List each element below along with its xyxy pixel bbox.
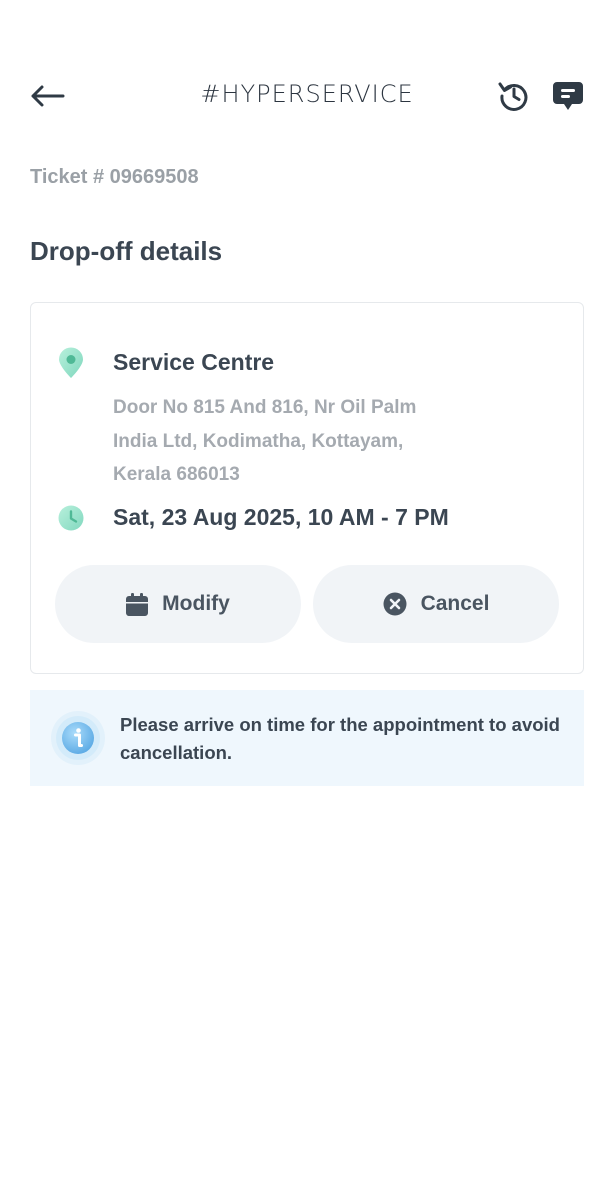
app-header: #HYPERSERVICE	[0, 62, 614, 128]
section-title: Drop-off details	[30, 236, 223, 266]
notice-text: Please arrive on time for the appointmen…	[120, 714, 560, 763]
map-pin-icon	[57, 347, 85, 379]
history-button[interactable]	[494, 76, 534, 116]
dropoff-card: Service Centre Door No 815 And 816, Nr O…	[30, 302, 584, 674]
clock-icon	[57, 504, 85, 532]
address-line: Door No 815 And 816, Nr Oil Palm	[113, 397, 417, 418]
cancel-label: Cancel	[420, 592, 490, 615]
ticket-number: Ticket # 09669508	[30, 166, 199, 188]
cancel-button[interactable]: Cancel	[313, 565, 559, 643]
dropoff-schedule: Sat, 23 Aug 2025, 10 AM - 7 PM	[113, 504, 449, 530]
close-circle-icon	[383, 592, 407, 616]
chat-button[interactable]	[548, 76, 588, 116]
calendar-icon	[126, 593, 149, 616]
modify-button[interactable]: Modify	[55, 565, 301, 643]
location-address: Door No 815 And 816, Nr Oil Palm India L…	[113, 391, 493, 492]
info-icon	[50, 710, 106, 766]
address-line: India Ltd, Kodimatha, Kottayam,	[113, 430, 404, 452]
notice-banner: Please arrive on time for the appointmen…	[30, 690, 584, 786]
modify-label: Modify	[162, 592, 230, 615]
chat-icon	[553, 82, 583, 110]
location-name: Service Centre	[113, 349, 275, 375]
history-icon	[498, 82, 528, 111]
address-line: Kerala 686013	[113, 464, 240, 485]
